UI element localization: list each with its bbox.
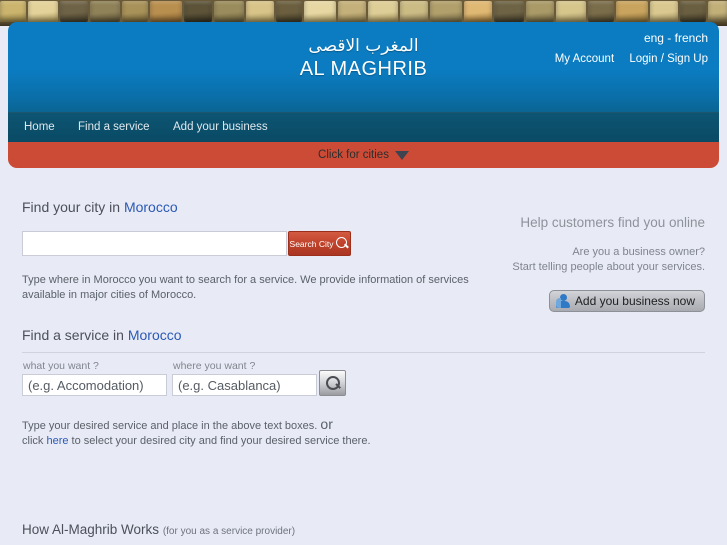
what-you-want-label: what you want ?	[23, 360, 99, 372]
here-link[interactable]: here	[46, 435, 68, 447]
find-service-heading-country: Morocco	[127, 327, 182, 343]
search-icon	[336, 237, 349, 250]
person-icon	[555, 294, 570, 308]
brick-tile	[246, 1, 274, 22]
nav-item-find-a-service[interactable]: Find a service	[78, 121, 150, 133]
how-it-works-heading: How Al-Maghrib Works (for you as a servi…	[22, 522, 295, 537]
service-search-button[interactable]	[319, 370, 346, 396]
brick-tile	[494, 1, 524, 22]
brick-tile	[276, 1, 302, 22]
brick-tile	[90, 1, 120, 22]
section-divider	[22, 352, 705, 353]
brick-tile	[368, 1, 398, 22]
brick-tile	[464, 1, 492, 22]
brick-tile	[214, 1, 244, 22]
language-toggle-label[interactable]: eng - french	[644, 31, 708, 45]
site-header-panel: المغرب الاقصى AL MAGHRIB eng - french My…	[8, 22, 719, 142]
promo-subtext: Are you a business owner? Start telling …	[512, 245, 705, 275]
service-note-click-suffix: to select your desired city and find you…	[68, 435, 371, 447]
my-account-link[interactable]: My Account	[555, 53, 614, 65]
brick-tile	[616, 1, 648, 22]
city-search-note: Type where in Morocco you want to search…	[22, 274, 469, 301]
chevron-down-icon	[394, 150, 409, 160]
brick-tile	[526, 1, 554, 22]
language-switcher[interactable]: eng - french	[644, 31, 708, 45]
brick-tile	[60, 1, 88, 22]
city-search-input[interactable]	[22, 231, 287, 256]
brick-tile	[150, 1, 182, 22]
find-service-heading-prefix: Find a service in	[22, 327, 128, 343]
service-search-note: Type your desired service and place in t…	[22, 417, 502, 449]
click-for-cities-bar[interactable]: Click for cities	[8, 142, 719, 168]
service-what-input[interactable]	[22, 374, 167, 396]
find-service-heading: Find a service in Morocco	[22, 327, 182, 343]
add-business-button-label: Add you business now	[574, 294, 695, 308]
service-where-input[interactable]	[172, 374, 317, 396]
brick-tile	[400, 1, 428, 22]
search-city-button[interactable]: Search City	[288, 231, 351, 256]
account-links: My Account Login / Sign Up	[543, 53, 708, 65]
brick-tile	[708, 1, 727, 22]
where-you-want-label: where you want ?	[173, 360, 256, 372]
search-city-button-label: Search City	[289, 238, 334, 249]
brick-tile	[556, 1, 586, 22]
click-for-cities-label: Click for cities	[318, 149, 389, 161]
login-signup-link[interactable]: Login / Sign Up	[629, 53, 708, 65]
brick-tile	[430, 1, 462, 22]
service-note-or: or	[320, 416, 333, 432]
find-city-heading-prefix: Find your city in	[22, 199, 124, 215]
brick-tile	[304, 1, 336, 22]
find-city-heading-country: Morocco	[123, 199, 178, 215]
brick-tile	[650, 1, 678, 22]
search-icon	[326, 376, 341, 391]
service-note-text: Type your desired service and place in t…	[22, 420, 318, 432]
service-search-note-line2: click here to select your desired city a…	[22, 434, 502, 449]
add-business-button[interactable]: Add you business now	[548, 290, 705, 312]
how-it-works-title: How Al-Maghrib Works	[22, 522, 160, 537]
promo-title: Help customers find you online	[520, 215, 705, 230]
brick-tile	[588, 1, 614, 22]
brick-tile	[184, 1, 212, 22]
brick-tile	[0, 1, 26, 22]
brick-tile	[122, 1, 148, 22]
brick-tile	[28, 1, 58, 22]
service-search-note-line1: Type your desired service and place in t…	[22, 417, 502, 434]
promo-subtext-line1: Are you a business owner?	[572, 246, 705, 258]
nav-item-home[interactable]: Home	[24, 121, 55, 133]
find-city-heading: Find your city in Morocco	[22, 199, 178, 215]
how-it-works-subtitle: (for you as a service provider)	[162, 526, 296, 537]
brick-tile	[680, 1, 706, 22]
brick-tile	[338, 1, 366, 22]
promo-subtext-line2: Start telling people about your services…	[512, 261, 705, 273]
main-navigation: Home Find a service Add your business	[8, 112, 719, 142]
service-note-click-prefix: click	[22, 435, 47, 447]
nav-item-add-your-business[interactable]: Add your business	[173, 121, 268, 133]
